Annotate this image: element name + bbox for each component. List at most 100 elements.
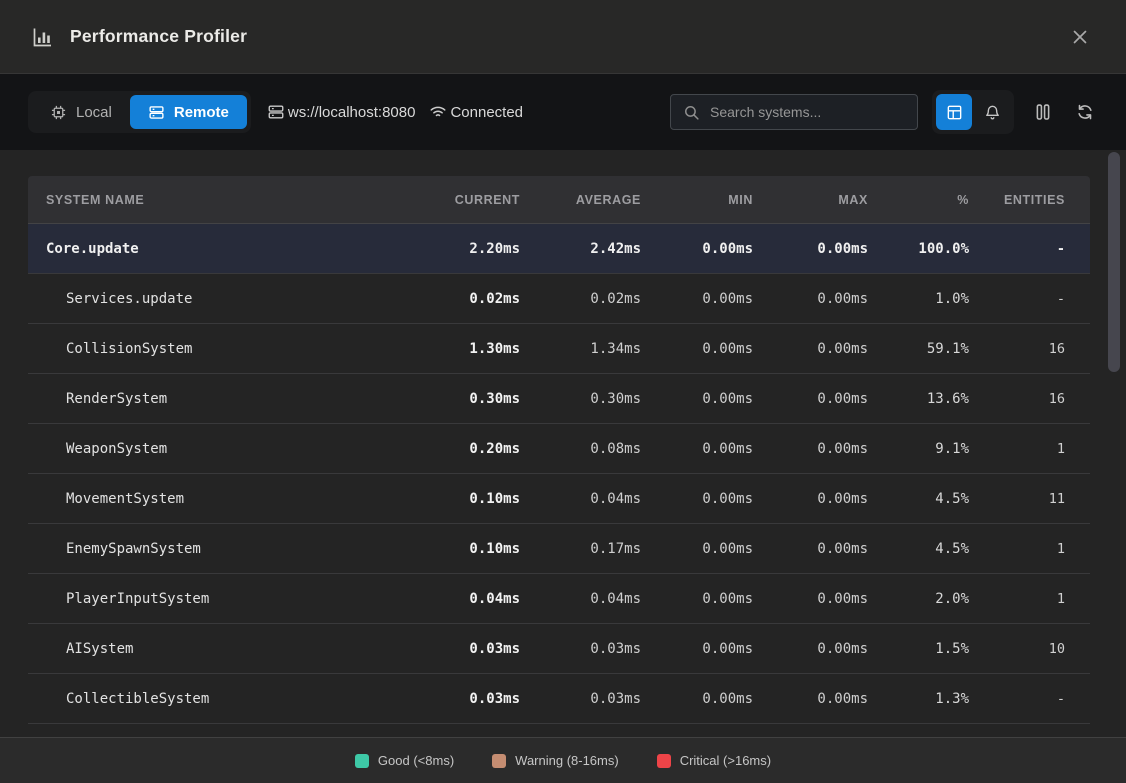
average-cell: 0.08ms	[520, 441, 641, 457]
average-cell: 0.03ms	[520, 641, 641, 657]
table-row[interactable]: EnemySpawnSystem 0.10ms 0.17ms 0.00ms 0.…	[28, 524, 1090, 574]
percent-cell: 59.1%	[868, 341, 969, 357]
system-name-cell: MovementSystem	[46, 491, 425, 507]
table-row[interactable]: MovementSystem 0.10ms 0.04ms 0.00ms 0.00…	[28, 474, 1090, 524]
entities-cell: 11	[969, 491, 1065, 507]
percent-cell: 1.0%	[868, 291, 969, 307]
column-header[interactable]: CURRENT	[425, 193, 520, 207]
legend-item: Warning (8-16ms)	[492, 753, 619, 768]
percent-cell: 9.1%	[868, 441, 969, 457]
close-button[interactable]	[1064, 21, 1096, 53]
min-cell: 0.00ms	[641, 241, 753, 257]
percent-cell: 1.5%	[868, 641, 969, 657]
min-cell: 0.00ms	[641, 691, 753, 707]
average-cell: 2.42ms	[520, 241, 641, 257]
max-cell: 0.00ms	[753, 391, 868, 407]
system-name-cell: CollisionSystem	[46, 341, 425, 357]
system-name-cell: WeaponSystem	[46, 441, 425, 457]
bell-icon	[984, 104, 1001, 121]
column-header[interactable]: MAX	[753, 193, 868, 207]
average-cell: 1.34ms	[520, 341, 641, 357]
current-cell: 0.20ms	[425, 441, 520, 457]
source-toggle: Local Remote	[28, 91, 251, 133]
current-cell: 2.20ms	[425, 241, 520, 257]
column-header[interactable]: %	[868, 193, 969, 207]
column-header[interactable]: ENTITIES	[969, 193, 1065, 207]
max-cell: 0.00ms	[753, 441, 868, 457]
search-input[interactable]	[710, 104, 905, 120]
table-row[interactable]: Services.update 0.02ms 0.02ms 0.00ms 0.0…	[28, 274, 1090, 324]
main-content: SYSTEM NAMECURRENTAVERAGEMINMAX%ENTITIES…	[0, 150, 1126, 737]
table-row[interactable]: WeaponSystem 0.20ms 0.08ms 0.00ms 0.00ms…	[28, 424, 1090, 474]
system-name-cell: Core.update	[46, 241, 425, 257]
percent-cell: 13.6%	[868, 391, 969, 407]
table-header: SYSTEM NAMECURRENTAVERAGEMINMAX%ENTITIES	[28, 176, 1090, 224]
min-cell: 0.00ms	[641, 641, 753, 657]
systems-table: SYSTEM NAMECURRENTAVERAGEMINMAX%ENTITIES…	[28, 176, 1090, 724]
legend-item: Good (<8ms)	[355, 753, 454, 768]
refresh-button[interactable]	[1072, 99, 1098, 125]
column-header[interactable]: SYSTEM NAME	[46, 193, 425, 207]
percent-cell: 2.0%	[868, 591, 969, 607]
system-name-cell: AISystem	[46, 641, 425, 657]
alerts-button[interactable]	[974, 94, 1010, 130]
max-cell: 0.00ms	[753, 541, 868, 557]
table-row[interactable]: CollisionSystem 1.30ms 1.34ms 0.00ms 0.0…	[28, 324, 1090, 374]
entities-cell: -	[969, 241, 1065, 257]
entities-cell: 1	[969, 541, 1065, 557]
entities-cell: 10	[969, 641, 1065, 657]
toolbar: Local Remote	[0, 73, 1126, 150]
system-name-cell: PlayerInputSystem	[46, 591, 425, 607]
min-cell: 0.00ms	[641, 391, 753, 407]
performance-profiler-window: Performance Profiler Local	[0, 0, 1126, 783]
average-cell: 0.30ms	[520, 391, 641, 407]
remote-label: Remote	[174, 104, 229, 121]
current-cell: 0.10ms	[425, 541, 520, 557]
legend-swatch	[492, 754, 506, 768]
server-icon	[267, 103, 285, 121]
entities-cell: -	[969, 691, 1065, 707]
bar-chart-icon	[30, 25, 54, 49]
min-cell: 0.00ms	[641, 441, 753, 457]
current-cell: 0.30ms	[425, 391, 520, 407]
legend-label: Warning (8-16ms)	[515, 753, 619, 768]
max-cell: 0.00ms	[753, 241, 868, 257]
percent-cell: 1.3%	[868, 691, 969, 707]
entities-cell: 16	[969, 391, 1065, 407]
view-toggle-group	[932, 90, 1014, 134]
scrollbar-track[interactable]	[1108, 152, 1120, 735]
table-view-button[interactable]	[936, 94, 972, 130]
average-cell: 0.03ms	[520, 691, 641, 707]
scrollbar-thumb[interactable]	[1108, 152, 1120, 372]
legend-item: Critical (>16ms)	[657, 753, 771, 768]
table-row[interactable]: RenderSystem 0.30ms 0.30ms 0.00ms 0.00ms…	[28, 374, 1090, 424]
server-icon	[148, 104, 165, 121]
table-row[interactable]: PlayerInputSystem 0.04ms 0.04ms 0.00ms 0…	[28, 574, 1090, 624]
table-row[interactable]: Core.update 2.20ms 2.42ms 0.00ms 0.00ms …	[28, 224, 1090, 274]
legend-label: Good (<8ms)	[378, 753, 454, 768]
max-cell: 0.00ms	[753, 641, 868, 657]
remote-button[interactable]: Remote	[130, 95, 247, 129]
average-cell: 0.04ms	[520, 591, 641, 607]
pause-button[interactable]	[1030, 99, 1056, 125]
min-cell: 0.00ms	[641, 291, 753, 307]
table-row[interactable]: CollectibleSystem 0.03ms 0.03ms 0.00ms 0…	[28, 674, 1090, 724]
wifi-icon	[429, 103, 447, 121]
table-row[interactable]: AISystem 0.03ms 0.03ms 0.00ms 0.00ms 1.5…	[28, 624, 1090, 674]
local-button[interactable]: Local	[32, 95, 130, 129]
table-body: Core.update 2.20ms 2.42ms 0.00ms 0.00ms …	[28, 224, 1090, 724]
system-name-cell: CollectibleSystem	[46, 691, 425, 707]
entities-cell: -	[969, 291, 1065, 307]
max-cell: 0.00ms	[753, 591, 868, 607]
column-header[interactable]: MIN	[641, 193, 753, 207]
percent-cell: 4.5%	[868, 491, 969, 507]
current-cell: 0.04ms	[425, 591, 520, 607]
current-cell: 0.02ms	[425, 291, 520, 307]
max-cell: 0.00ms	[753, 341, 868, 357]
local-label: Local	[76, 104, 112, 121]
max-cell: 0.00ms	[753, 491, 868, 507]
search-box	[670, 94, 918, 130]
column-header[interactable]: AVERAGE	[520, 193, 641, 207]
entities-cell: 1	[969, 441, 1065, 457]
system-name-cell: RenderSystem	[46, 391, 425, 407]
